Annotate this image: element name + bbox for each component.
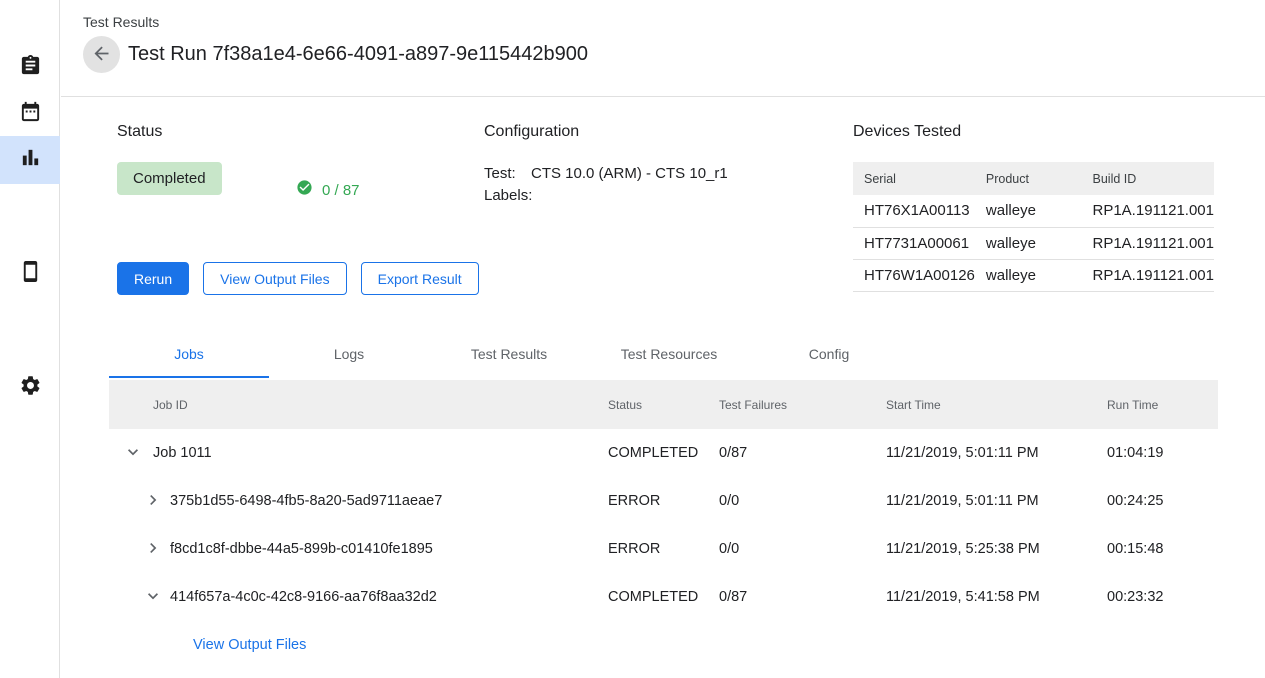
device-build-id: RP1A.191121.001 xyxy=(1082,259,1215,291)
attempt-start-time: 11/21/2019, 5:25:38 PM xyxy=(886,541,1107,557)
jobs-col-job-id: Job ID xyxy=(109,398,608,412)
device-row: HT76X1A00113 walleye RP1A.191121.001 xyxy=(853,195,1214,227)
jobs-col-test-failures: Test Failures xyxy=(719,398,886,412)
attempt-id: 375b1d55-6498-4fb5-8a20-5ad9711aeae7 xyxy=(170,493,442,509)
job-run-time: 01:04:19 xyxy=(1107,445,1218,461)
attempt-id: 414f657a-4c0c-42c8-9166-aa76f8aa32d2 xyxy=(170,589,437,605)
device-build-id: RP1A.191121.001 xyxy=(1082,195,1215,227)
attempt-status: ERROR xyxy=(608,493,719,509)
calendar-icon xyxy=(19,100,42,128)
attempt-status: COMPLETED xyxy=(608,589,719,605)
page-title: Test Run 7f38a1e4-6e66-4091-a897-9e11544… xyxy=(128,43,588,66)
devices-table: Serial Product Build ID HT76X1A00113 wal… xyxy=(853,162,1214,292)
export-result-button[interactable]: Export Result xyxy=(361,262,479,295)
attempt-run-time: 00:23:32 xyxy=(1107,589,1218,605)
config-test-label: Test: xyxy=(484,165,531,182)
collapse-attempt-button[interactable] xyxy=(141,585,165,609)
page-header: Test Results Test Run 7f38a1e4-6e66-4091… xyxy=(61,0,1265,97)
sidebar-item-test-suites[interactable] xyxy=(0,44,60,92)
attempt-test-failures: 0/0 xyxy=(719,493,886,509)
expand-attempt-button[interactable] xyxy=(141,489,165,513)
job-id: Job 1011 xyxy=(153,445,212,461)
tab-test-resources[interactable]: Test Resources xyxy=(589,330,749,378)
attempt-run-time: 00:15:48 xyxy=(1107,541,1218,557)
attempt-row: 414f657a-4c0c-42c8-9166-aa76f8aa32d2 COM… xyxy=(109,573,1218,621)
device-serial: HT76X1A00113 xyxy=(853,195,975,227)
device-build-id: RP1A.191121.001 xyxy=(1082,227,1215,259)
status-heading: Status xyxy=(117,123,484,141)
configuration-section: Configuration Test: CTS 10.0 (ARM) - CTS… xyxy=(484,123,853,295)
tab-config[interactable]: Config xyxy=(749,330,909,378)
view-output-files-button[interactable]: View Output Files xyxy=(203,262,346,295)
jobs-col-status: Status xyxy=(608,398,719,412)
tab-bar: Jobs Logs Test Results Test Resources Co… xyxy=(109,330,1265,378)
jobs-header-row: Job ID Status Test Failures Start Time R… xyxy=(109,380,1218,429)
attempt-run-time: 00:24:25 xyxy=(1107,493,1218,509)
chevron-right-icon xyxy=(143,538,163,561)
breadcrumb: Test Results xyxy=(83,14,1265,30)
chevron-down-icon xyxy=(123,442,143,465)
attempt-detail-row: View Output Files xyxy=(109,621,1218,669)
expand-attempt-button[interactable] xyxy=(141,537,165,561)
devices-heading: Devices Tested xyxy=(853,123,1214,141)
pass-ratio: 0 / 87 xyxy=(296,179,360,201)
check-circle-icon xyxy=(296,179,313,201)
job-status: COMPLETED xyxy=(608,445,719,461)
device-serial: HT76W1A00126 xyxy=(853,259,975,291)
attempt-row: f8cd1c8f-dbbe-44a5-899b-c01410fe1895 ERR… xyxy=(109,525,1218,573)
pass-ratio-text: 0 / 87 xyxy=(322,182,360,199)
device-row: HT76W1A00126 walleye RP1A.191121.001 xyxy=(853,259,1214,291)
jobs-col-start-time: Start Time xyxy=(886,398,1107,412)
device-serial: HT7731A00061 xyxy=(853,227,975,259)
attempt-test-failures: 0/87 xyxy=(719,589,886,605)
rerun-button[interactable]: Rerun xyxy=(117,262,189,295)
tab-test-results[interactable]: Test Results xyxy=(429,330,589,378)
devices-header-row: Serial Product Build ID xyxy=(853,162,1214,195)
sidebar-item-settings[interactable] xyxy=(0,364,60,412)
configuration-heading: Configuration xyxy=(484,123,853,141)
devices-col-serial: Serial xyxy=(853,162,975,195)
job-start-time: 11/21/2019, 5:01:11 PM xyxy=(886,445,1107,461)
back-button[interactable] xyxy=(83,36,120,73)
view-output-files-link[interactable]: View Output Files xyxy=(193,637,306,653)
status-badge: Completed xyxy=(117,162,222,195)
jobs-col-run-time: Run Time xyxy=(1107,398,1218,412)
devices-col-product: Product xyxy=(975,162,1082,195)
attempt-test-failures: 0/0 xyxy=(719,541,886,557)
sidebar-item-test-plans[interactable] xyxy=(0,90,60,138)
bar-chart-icon xyxy=(19,146,42,174)
config-labels-label: Labels: xyxy=(484,187,531,204)
status-section: Status Completed 0 / 87 Rerun View Outpu… xyxy=(117,123,484,295)
arrow-back-icon xyxy=(91,43,112,67)
devices-section: Devices Tested Serial Product Build ID H… xyxy=(853,123,1214,295)
job-test-failures: 0/87 xyxy=(719,445,886,461)
smartphone-icon xyxy=(19,260,42,288)
chevron-right-icon xyxy=(143,490,163,513)
job-row: Job 1011 COMPLETED 0/87 11/21/2019, 5:01… xyxy=(109,429,1218,477)
config-test-value: CTS 10.0 (ARM) - CTS 10_r1 xyxy=(531,165,728,182)
chevron-down-icon xyxy=(143,586,163,609)
main-content: Test Results Test Run 7f38a1e4-6e66-4091… xyxy=(61,0,1265,669)
jobs-table: Job ID Status Test Failures Start Time R… xyxy=(109,380,1218,669)
attempt-start-time: 11/21/2019, 5:41:58 PM xyxy=(886,589,1107,605)
attempt-start-time: 11/21/2019, 5:01:11 PM xyxy=(886,493,1107,509)
device-row: HT7731A00061 walleye RP1A.191121.001 xyxy=(853,227,1214,259)
gear-icon xyxy=(19,374,42,402)
tab-jobs[interactable]: Jobs xyxy=(109,330,269,378)
attempt-row: 375b1d55-6498-4fb5-8a20-5ad9711aeae7 ERR… xyxy=(109,477,1218,525)
devices-col-build: Build ID xyxy=(1082,162,1215,195)
attempt-status: ERROR xyxy=(608,541,719,557)
sidebar xyxy=(0,0,60,678)
device-product: walleye xyxy=(975,259,1082,291)
tab-logs[interactable]: Logs xyxy=(269,330,429,378)
sidebar-item-devices[interactable] xyxy=(0,250,60,298)
sidebar-item-test-results[interactable] xyxy=(0,136,60,184)
device-product: walleye xyxy=(975,227,1082,259)
clipboard-icon xyxy=(19,54,42,82)
device-product: walleye xyxy=(975,195,1082,227)
collapse-job-button[interactable] xyxy=(121,441,145,465)
attempt-id: f8cd1c8f-dbbe-44a5-899b-c01410fe1895 xyxy=(170,541,433,557)
